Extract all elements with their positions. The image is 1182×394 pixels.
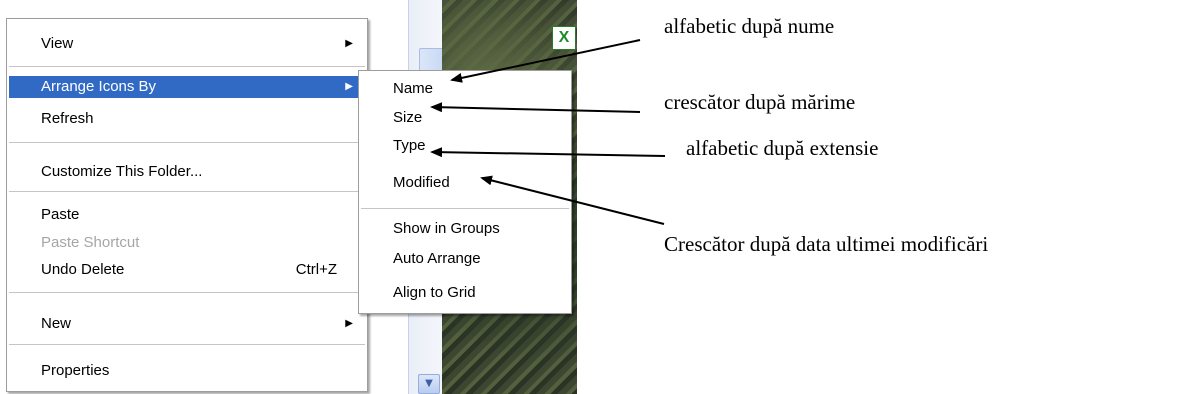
arrow-to-size <box>430 102 641 113</box>
arrow-to-modified <box>480 175 665 225</box>
annotation-size: crescător după mărime <box>664 90 856 114</box>
annotation-name: alfabetic după nume <box>664 14 835 38</box>
annotation-modified: Crescător după data ultimei modificări <box>664 232 989 256</box>
arrow-to-type <box>430 147 666 158</box>
annotation-type: alfabetic după extensie <box>686 136 879 160</box>
arrow-to-name <box>450 39 641 83</box>
annotation-arrows <box>430 39 666 225</box>
